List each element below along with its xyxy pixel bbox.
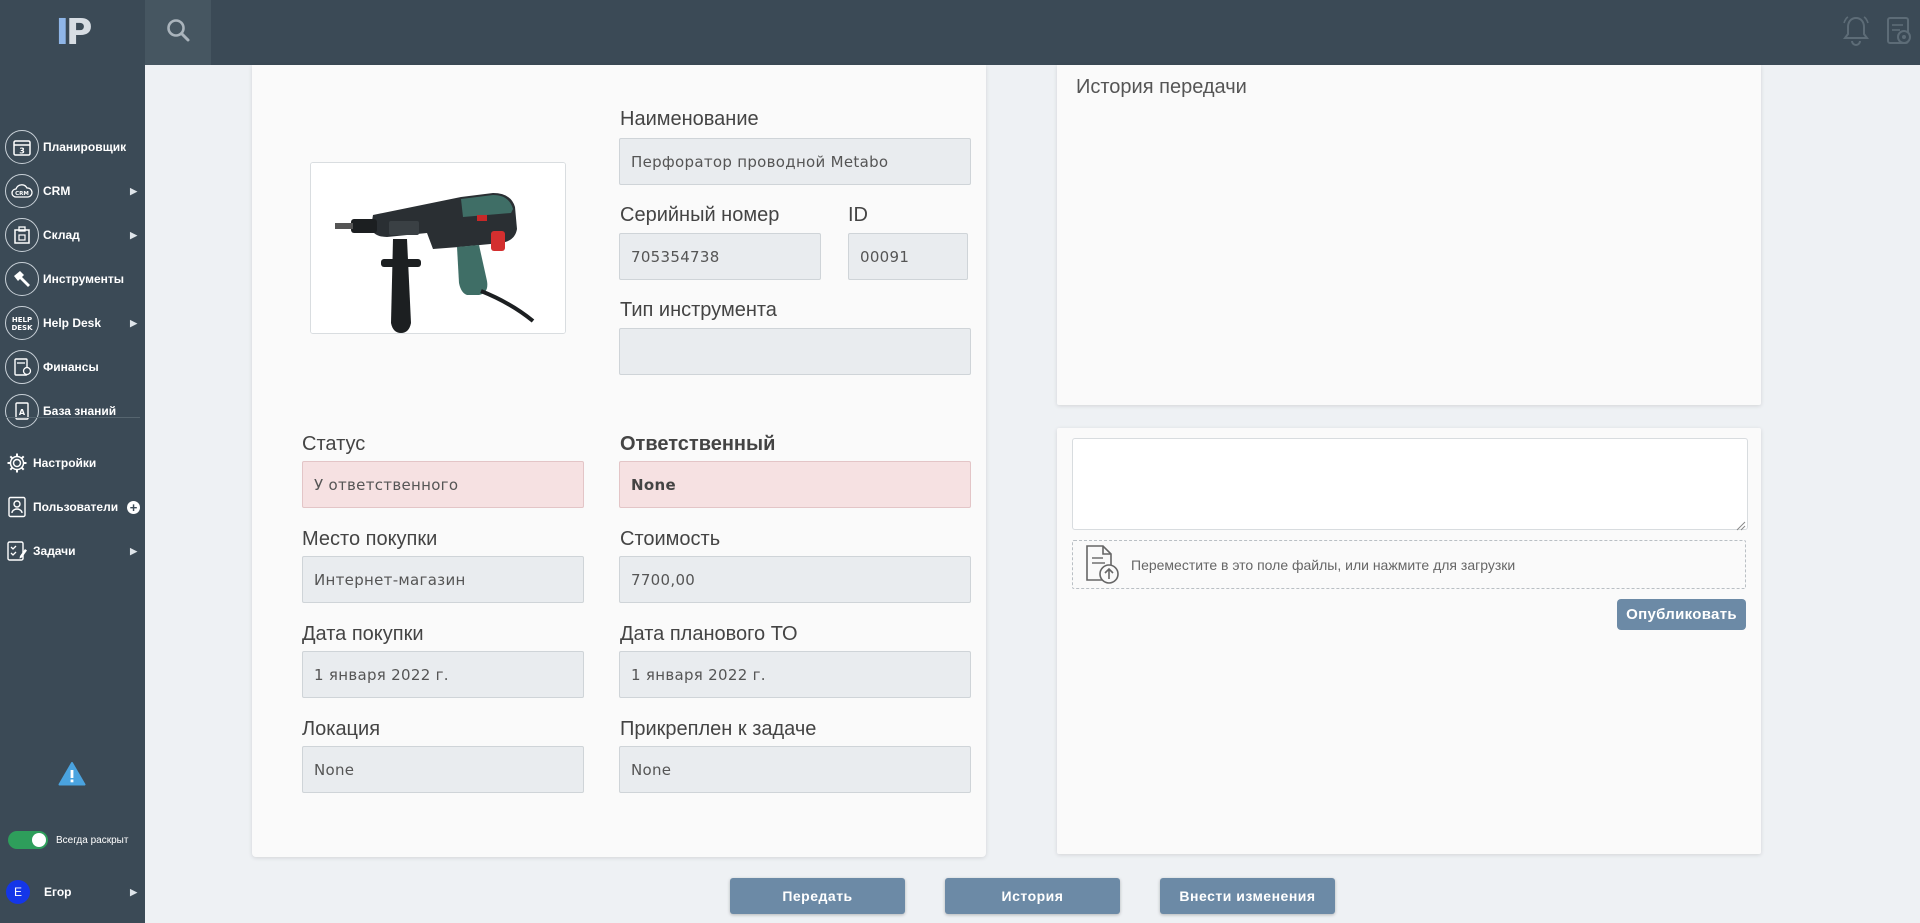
search-icon: [165, 17, 191, 48]
chevron-right-icon: ▶: [130, 886, 137, 897]
sidebar: 3 Планировщик CRM CRM ▶ Склад ▶ Инструме…: [0, 65, 145, 923]
users-icon: [5, 495, 29, 519]
transfer-button[interactable]: Передать: [730, 878, 905, 914]
purchase-date-field[interactable]: 1 января 2022 г.: [302, 651, 584, 698]
comment-textarea[interactable]: [1072, 438, 1748, 530]
wrench-icon: [5, 262, 39, 296]
product-image: [310, 162, 566, 334]
gear-icon: [5, 451, 29, 475]
name-label: Наименование: [620, 108, 759, 130]
publish-button[interactable]: Опубликовать: [1617, 599, 1746, 630]
purchase-place-label: Место покупки: [302, 528, 438, 550]
sidebar-item-settings[interactable]: Настройки: [0, 443, 145, 483]
top-bar: IP: [0, 0, 1920, 65]
add-user-icon[interactable]: +: [127, 500, 140, 514]
file-dropzone[interactable]: Переместите в это поле файлы, или нажмит…: [1072, 540, 1746, 589]
maintenance-date-field[interactable]: 1 января 2022 г.: [619, 651, 971, 698]
always-expanded-toggle[interactable]: [8, 831, 48, 849]
responsible-label: Ответственный: [620, 433, 776, 455]
resize-handle-icon[interactable]: [1736, 518, 1746, 531]
sidebar-item-label: Инструменты: [43, 272, 125, 286]
svg-text:3: 3: [19, 147, 25, 156]
upload-file-icon: [1081, 544, 1121, 586]
sidebar-item-finance[interactable]: Финансы: [0, 347, 145, 387]
crm-cloud-icon: CRM: [5, 174, 39, 208]
sidebar-item-label: Планировщик: [43, 140, 127, 154]
toggle-label: Всегда раскрыт: [56, 834, 129, 846]
chevron-right-icon: ▶: [130, 545, 137, 556]
app-logo[interactable]: IP: [0, 0, 145, 65]
responsible-field[interactable]: None: [619, 461, 971, 508]
svg-text:A: A: [19, 408, 26, 417]
knowledge-base-icon: A: [5, 394, 39, 428]
sidebar-item-tasks[interactable]: Задачи ▶: [0, 531, 145, 571]
bell-icon[interactable]: [1840, 14, 1872, 48]
tool-type-field[interactable]: [619, 328, 971, 375]
sidebar-item-label: Задачи: [33, 544, 76, 558]
sidebar-item-knowledge-base[interactable]: A База знаний: [0, 391, 145, 431]
chevron-right-icon: ▶: [130, 229, 137, 240]
user-name: Егор: [44, 885, 72, 899]
edit-button[interactable]: Внести изменения: [1160, 878, 1335, 914]
transfer-history-card: [1057, 65, 1761, 405]
chevron-right-icon: ▶: [130, 317, 137, 328]
attached-task-label: Прикреплен к задаче: [620, 718, 817, 740]
cost-field[interactable]: 7700,00: [619, 556, 971, 603]
user-menu[interactable]: E Егор ▶: [6, 877, 145, 907]
always-expanded-toggle-row: Всегда раскрыт: [8, 831, 128, 849]
warehouse-icon: [5, 218, 39, 252]
svg-text:CRM: CRM: [15, 191, 29, 197]
cost-label: Стоимость: [620, 528, 721, 550]
sidebar-item-label: Настройки: [33, 456, 97, 470]
sidebar-item-warehouse[interactable]: Склад ▶: [0, 215, 145, 255]
sidebar-item-label: Пользователи: [33, 500, 119, 514]
sidebar-item-crm[interactable]: CRM CRM ▶: [0, 171, 145, 211]
id-field[interactable]: 00091: [848, 233, 968, 280]
sidebar-item-label: Финансы: [43, 360, 99, 374]
purchase-date-label: Дата покупки: [302, 623, 424, 645]
sidebar-item-label: Склад: [43, 228, 80, 242]
warning-icon[interactable]: [58, 761, 86, 787]
sidebar-item-planner[interactable]: 3 Планировщик: [0, 127, 145, 167]
sidebar-item-helpdesk[interactable]: HELP DESK Help Desk ▶: [0, 303, 145, 343]
sidebar-item-label: База знаний: [43, 404, 117, 418]
sidebar-item-users[interactable]: Пользователи +: [0, 487, 145, 527]
svg-text:DESK: DESK: [11, 324, 33, 332]
status-label: Статус: [302, 433, 366, 455]
status-field[interactable]: У ответственного: [302, 461, 584, 508]
svg-text:HELP: HELP: [12, 316, 32, 324]
name-field[interactable]: Перфоратор проводной Metabo: [619, 138, 971, 185]
helpdesk-icon: HELP DESK: [5, 306, 39, 340]
tasks-icon: [5, 539, 29, 563]
settings-doc-icon[interactable]: [1882, 14, 1914, 48]
tool-type-label: Тип инструмента: [620, 299, 777, 321]
sidebar-item-tools[interactable]: Инструменты: [0, 259, 145, 299]
sidebar-item-label: Help Desk: [43, 316, 102, 330]
purchase-place-field[interactable]: Интернет-магазин: [302, 556, 584, 603]
transfer-history-title: История передачи: [1076, 76, 1247, 98]
chevron-right-icon: ▶: [130, 185, 137, 196]
id-label: ID: [848, 204, 868, 226]
serial-number-field[interactable]: 705354738: [619, 233, 821, 280]
finance-icon: [5, 350, 39, 384]
attached-task-field[interactable]: None: [619, 746, 971, 793]
avatar: E: [6, 880, 30, 904]
location-label: Локация: [302, 718, 381, 740]
sidebar-item-label: CRM: [43, 184, 71, 198]
history-button[interactable]: История: [945, 878, 1120, 914]
location-field[interactable]: None: [302, 746, 584, 793]
maintenance-date-label: Дата планового ТО: [620, 623, 798, 645]
dropzone-text: Переместите в это поле файлы, или нажмит…: [1131, 556, 1516, 573]
search-button[interactable]: [145, 0, 211, 65]
serial-number-label: Серийный номер: [620, 204, 780, 226]
sidebar-divider: [6, 417, 140, 418]
calendar-icon: 3: [5, 130, 39, 164]
